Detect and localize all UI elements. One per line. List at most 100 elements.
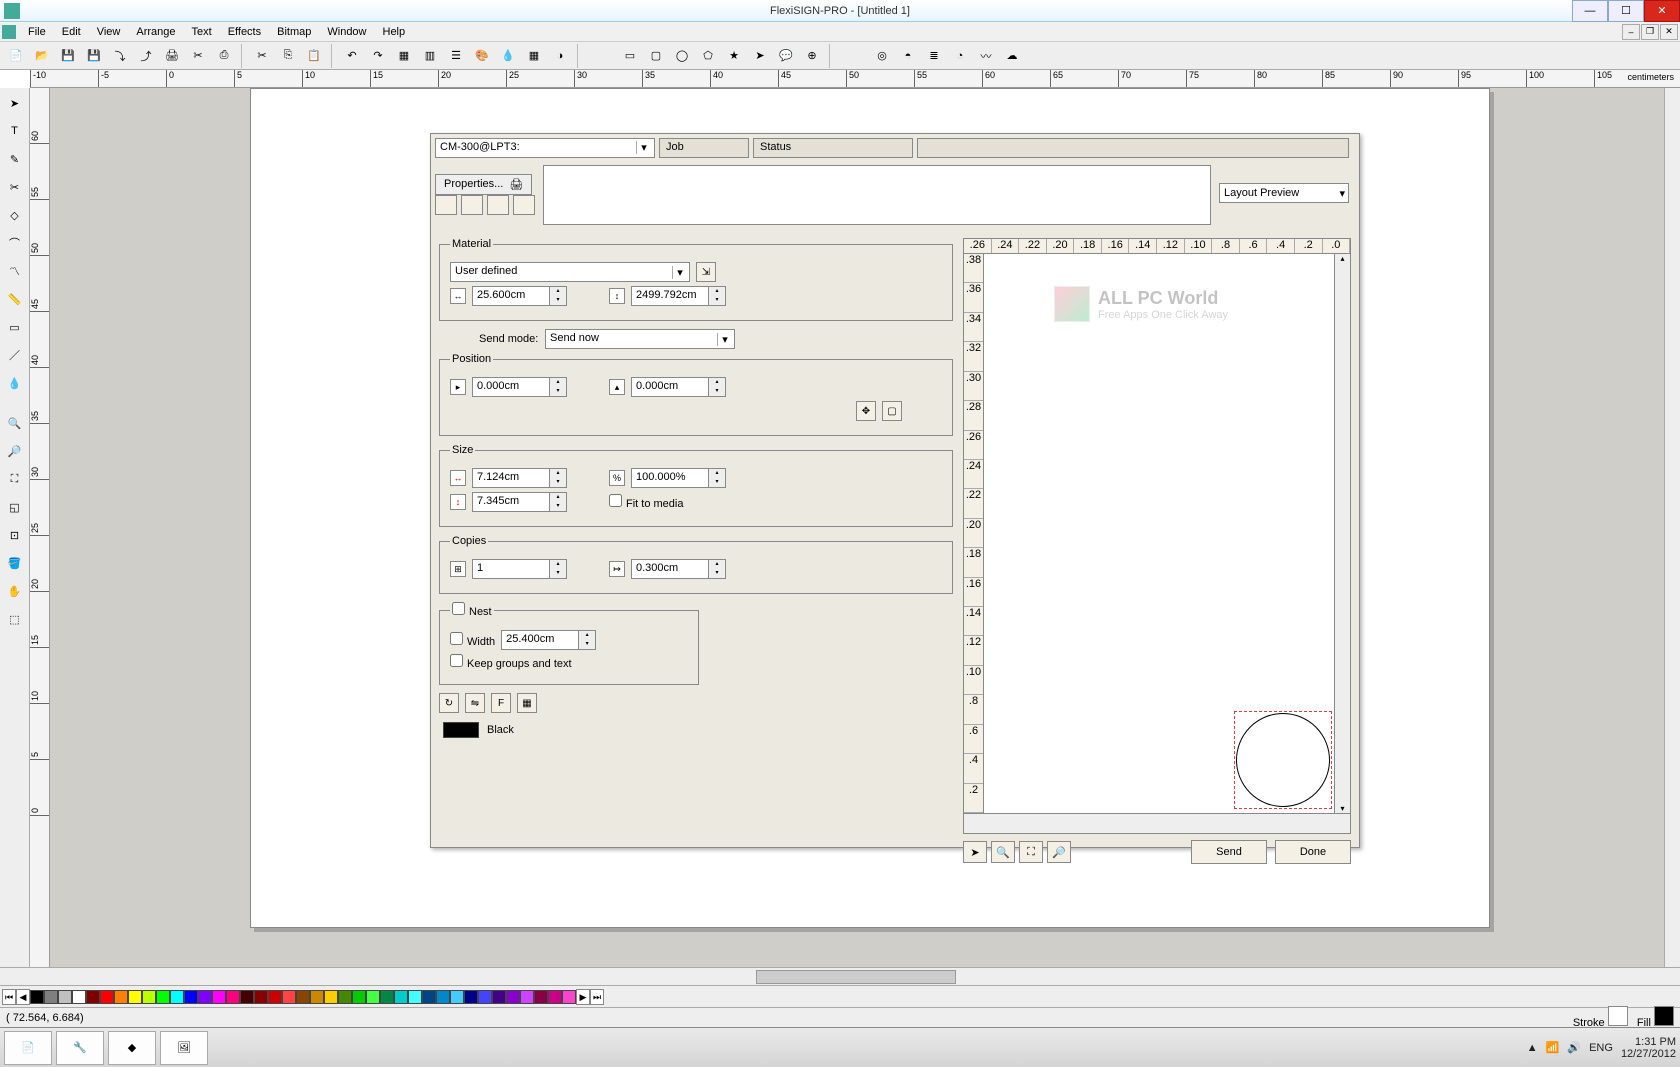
registration-icon[interactable]: ⊕ [800,44,824,68]
palette-swatch[interactable] [170,990,184,1004]
palette-swatch[interactable] [212,990,226,1004]
palette-first-icon[interactable]: ⏮ [2,989,16,1005]
crop-tool-icon[interactable]: ⬚ [2,606,28,632]
show-me-icon[interactable]: ▢ [882,401,902,421]
palette-swatch[interactable] [86,990,100,1004]
hand-tool-icon[interactable]: ✋ [2,578,28,604]
palette-swatch[interactable] [240,990,254,1004]
palette-swatch[interactable] [226,990,240,1004]
palette-swatch[interactable] [338,990,352,1004]
palette-swatch[interactable] [72,990,86,1004]
size-width-input[interactable]: 7.124cm [472,468,567,488]
preview-zoomsel-icon[interactable]: 🔎 [1047,841,1071,863]
print-icon[interactable]: 🖨 [160,44,184,68]
ungroup-icon[interactable]: ▥ [418,44,442,68]
cutplot-icon[interactable]: ✂ [186,44,210,68]
options-tab-icon[interactable] [487,195,509,215]
export-icon[interactable]: ⤴ [134,44,158,68]
interactive-icon[interactable]: ✥ [856,401,876,421]
palette-swatch[interactable] [380,990,394,1004]
material-select[interactable]: User defined [450,262,690,282]
palette-swatch[interactable] [184,990,198,1004]
flip-icon[interactable]: F [491,693,511,713]
measure-tool-icon[interactable]: 📏 [2,286,28,312]
fit-to-media-checkbox[interactable]: Fit to media [609,494,683,510]
size-height-input[interactable]: 7.345cm [472,492,567,512]
colormix-icon[interactable]: 🎨 [470,44,494,68]
align-icon[interactable]: ☰ [444,44,468,68]
palette-prev-icon[interactable]: ◀ [16,989,30,1005]
color-swatch[interactable] [443,722,479,738]
stroke-swatch[interactable] [1608,1006,1628,1026]
copies-count-input[interactable]: 1 [472,559,567,579]
rip-icon[interactable]: ⎙ [212,44,236,68]
bezier-tool-icon[interactable]: ✎ [2,146,28,172]
group-icon[interactable]: ▦ [392,44,416,68]
device-select[interactable]: CM-300@LPT3: [435,138,655,158]
palette-swatch[interactable] [422,990,436,1004]
palette-swatch[interactable] [282,990,296,1004]
polygon-tool-icon[interactable]: ⬠ [696,44,720,68]
menu-help[interactable]: Help [375,24,414,40]
palette-swatch[interactable] [478,990,492,1004]
palette-swatch[interactable] [562,990,576,1004]
zoom-sel-icon[interactable]: ◱ [2,494,28,520]
palette-swatch[interactable] [464,990,478,1004]
palette-swatch[interactable] [492,990,506,1004]
palette-swatch[interactable] [436,990,450,1004]
palette-swatch[interactable] [44,990,58,1004]
palette-swatch[interactable] [30,990,44,1004]
fill-swatch[interactable] [1654,1006,1674,1026]
mdi-close-button[interactable]: ✕ [1660,24,1678,40]
horizontal-scrollbar[interactable] [0,967,1680,985]
send-button[interactable]: Send [1191,840,1267,864]
preview-scrollbar-h[interactable] [963,814,1351,834]
redo-icon[interactable]: ↷ [366,44,390,68]
mdi-restore-button[interactable]: ❐ [1641,24,1659,40]
menu-arrange[interactable]: Arrange [128,24,183,40]
palette-next-icon[interactable]: ▶ [576,989,590,1005]
line-tool-icon[interactable]: ／ [2,342,28,368]
polyarc-tool-icon[interactable]: ⌒ [2,230,28,256]
zoom-in-icon[interactable]: 🔍 [2,410,28,436]
palette-swatch[interactable] [100,990,114,1004]
material-width-input[interactable]: 25.600cm [472,286,567,306]
size-scale-input[interactable]: 100.000% [631,468,726,488]
maximize-button[interactable]: ☐ [1608,0,1644,22]
preview-scrollbar-v[interactable] [1334,254,1350,813]
scrollbar-thumb[interactable] [756,970,956,984]
palette-swatch[interactable] [506,990,520,1004]
palette-swatch[interactable] [534,990,548,1004]
position-y-input[interactable]: 0.000cm [631,377,726,397]
position-x-input[interactable]: 0.000cm [472,377,567,397]
palette-swatch[interactable] [198,990,212,1004]
saveall-icon[interactable]: 💾 [82,44,106,68]
palette-swatch[interactable] [450,990,464,1004]
palette-swatch[interactable] [254,990,268,1004]
eyedrop-icon[interactable]: 💧 [496,44,520,68]
palette-swatch[interactable] [352,990,366,1004]
arrow-tool-icon[interactable]: ➤ [748,44,772,68]
undo-icon[interactable]: ↶ [340,44,364,68]
copies-gap-input[interactable]: 0.300cm [631,559,726,579]
palette-swatch[interactable] [58,990,72,1004]
material-size-icon[interactable]: ⇲ [696,262,716,282]
palette-swatch[interactable] [394,990,408,1004]
preview-pointer-icon[interactable]: ➤ [963,841,987,863]
zoom-page-icon[interactable]: ⛶ [2,466,28,492]
shape-tool-icon[interactable]: ◇ [2,202,28,228]
material-height-input[interactable]: 2499.792cm [631,286,726,306]
menu-view[interactable]: View [89,24,129,40]
rect-tool-icon[interactable]: ▭ [618,44,642,68]
mirror-icon[interactable]: ⇋ [465,693,485,713]
palette-swatch[interactable] [156,990,170,1004]
stripe-fx-icon[interactable]: ≣ [922,44,946,68]
eyedropper-tool-icon[interactable]: 💧 [2,370,28,396]
ellipse-tool-icon[interactable]: ◯ [670,44,694,68]
palette-swatch[interactable] [548,990,562,1004]
shadow-fx-icon[interactable]: ◓ [896,44,920,68]
zoom-all-icon[interactable]: ⊡ [2,522,28,548]
palette-last-icon[interactable]: ⏭ [590,989,604,1005]
palette-swatch[interactable] [324,990,338,1004]
general-tab-icon[interactable] [435,195,457,215]
